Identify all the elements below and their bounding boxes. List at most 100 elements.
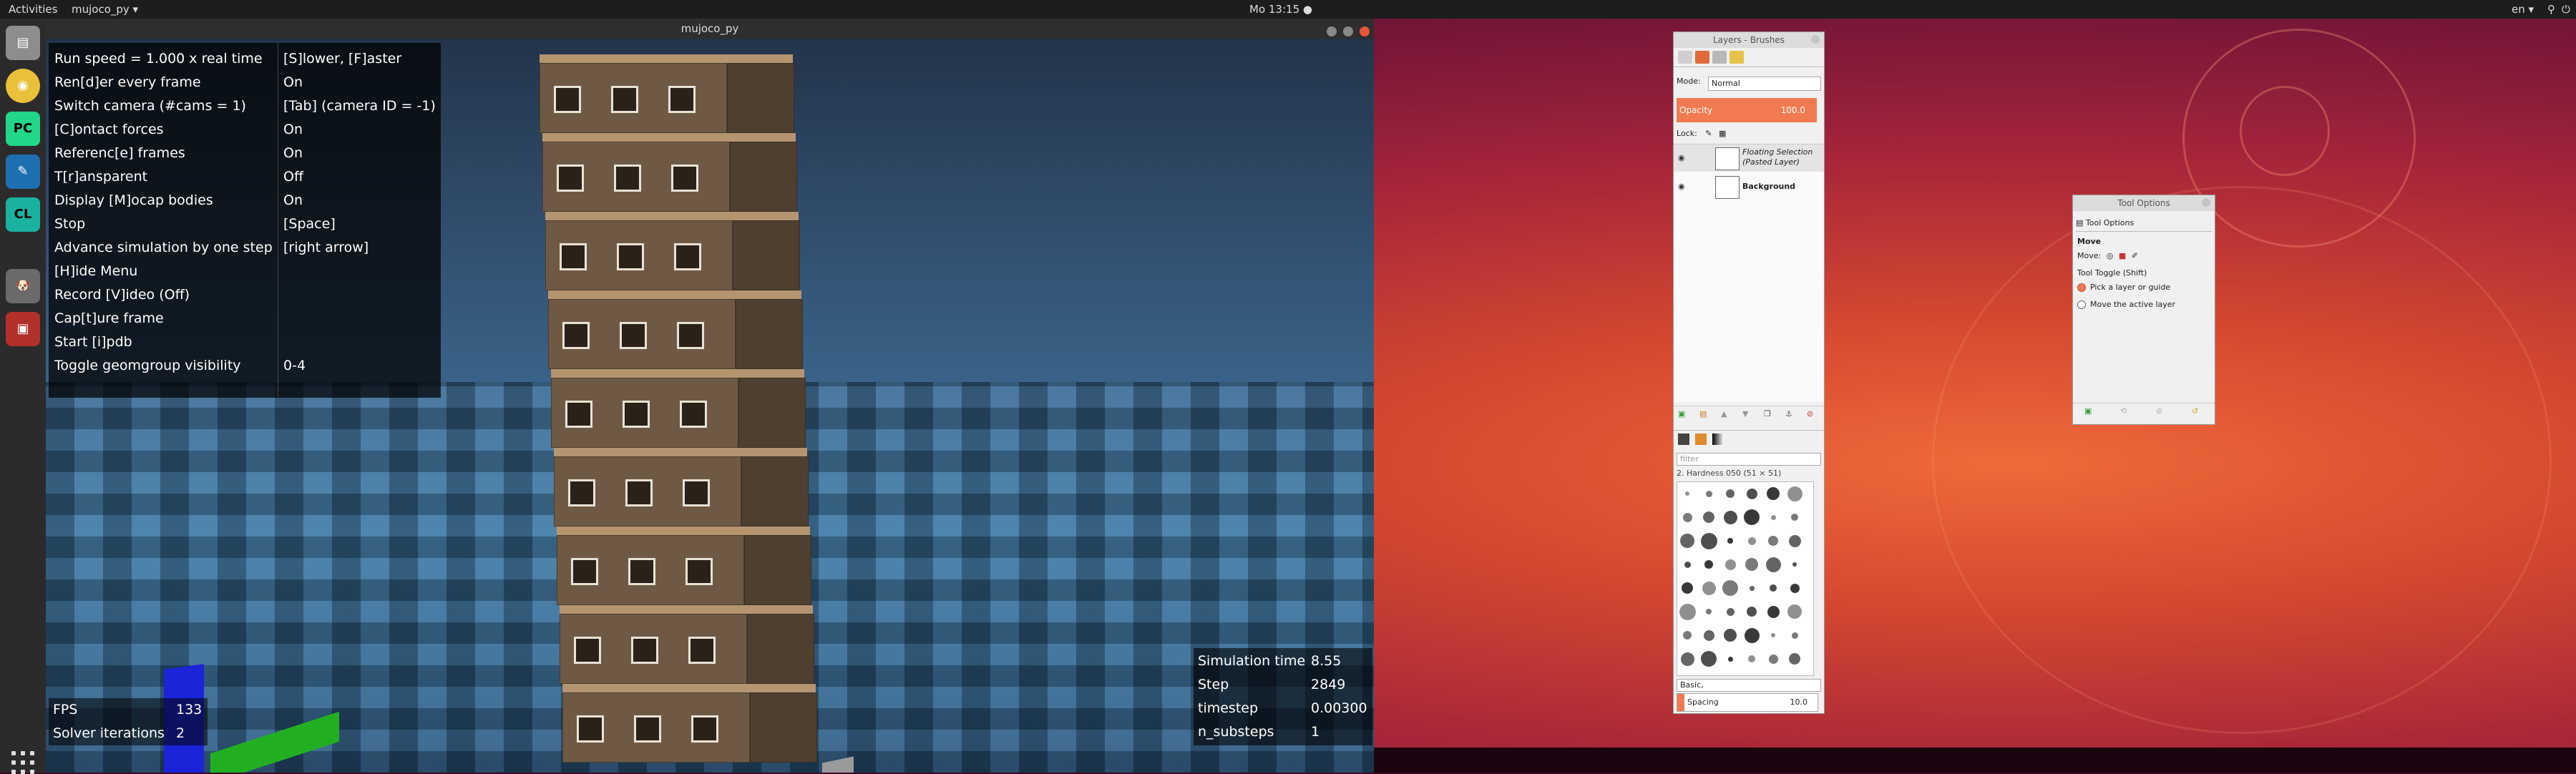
anchor-layer-icon[interactable]: ⚓ xyxy=(1785,409,1792,418)
brush-preset[interactable] xyxy=(1789,653,1800,665)
gimp-icon[interactable]: 🐶 xyxy=(6,269,40,303)
close-icon[interactable] xyxy=(1360,26,1370,36)
brush-preset[interactable] xyxy=(1679,603,1696,620)
lock-alpha-icon[interactable]: ▦ xyxy=(1719,129,1726,138)
brush-preset[interactable] xyxy=(1704,560,1713,569)
power-icon[interactable]: ⏻ xyxy=(2562,0,2570,19)
brush-preset[interactable] xyxy=(1768,654,1778,664)
radio-button[interactable] xyxy=(2077,283,2086,292)
save-options-icon[interactable]: ▣ xyxy=(2084,406,2092,416)
lock-pixels-icon[interactable]: ✎ xyxy=(1705,129,1712,138)
raise-layer-icon[interactable]: ▲ xyxy=(1721,409,1727,418)
brush-preset[interactable] xyxy=(1745,558,1758,571)
brush-preset[interactable] xyxy=(1749,585,1755,591)
move-selection-icon[interactable]: ■ xyxy=(2119,251,2126,260)
gradients-tab-icon[interactable] xyxy=(1712,433,1724,445)
spacing-slider[interactable]: Spacing 10.0 xyxy=(1677,693,1818,712)
activities-button[interactable]: Activities xyxy=(9,0,57,19)
mujoco-window-titlebar[interactable]: mujoco_py xyxy=(46,19,1374,39)
brush-preset[interactable] xyxy=(1765,557,1781,572)
brush-preset[interactable] xyxy=(1787,604,1802,619)
opacity-slider[interactable]: Opacity 100.0 xyxy=(1677,98,1817,122)
brush-preset[interactable] xyxy=(1727,538,1733,544)
brush-preset[interactable] xyxy=(1787,486,1802,501)
brush-preset[interactable] xyxy=(1722,580,1738,596)
brush-preset[interactable] xyxy=(1771,633,1775,637)
delete-layer-icon[interactable]: ⊘ xyxy=(1807,409,1813,418)
network-icon[interactable]: ⚲ xyxy=(2547,0,2555,19)
brush-preset[interactable] xyxy=(1723,510,1737,524)
lower-layer-icon[interactable]: ▼ xyxy=(1742,409,1748,418)
brush-preset[interactable] xyxy=(1791,632,1798,639)
brush-preset[interactable] xyxy=(1792,562,1797,567)
brush-preset[interactable] xyxy=(1790,583,1800,593)
pycharm-icon[interactable]: PC xyxy=(6,112,40,146)
brush-preset[interactable] xyxy=(1701,651,1717,667)
brush-preset[interactable] xyxy=(1770,584,1777,592)
panel-titlebar[interactable]: Layers - Brushes xyxy=(1674,32,1824,48)
brush-preset[interactable] xyxy=(1748,655,1755,662)
move-layer-icon[interactable]: ◎ xyxy=(2107,251,2114,260)
restore-options-icon[interactable]: ⟲ xyxy=(2120,406,2127,416)
new-layer-icon[interactable]: ▣ xyxy=(1678,409,1685,418)
brush-preset[interactable] xyxy=(1680,652,1694,666)
clion-icon[interactable]: CL xyxy=(6,197,40,232)
layer-item[interactable]: ◉ Floating Selection (Pasted Layer) xyxy=(1674,144,1824,172)
files-icon[interactable]: ▤ xyxy=(6,26,40,60)
brush-set-select[interactable]: Basic, xyxy=(1677,679,1821,692)
brush-preset[interactable] xyxy=(1767,487,1780,500)
brush-preset[interactable] xyxy=(1746,488,1757,499)
brush-filter-input[interactable]: filter xyxy=(1677,453,1821,466)
close-icon[interactable] xyxy=(2202,198,2210,207)
move-path-icon[interactable]: ✐ xyxy=(2132,251,2138,260)
brush-preset[interactable] xyxy=(1685,491,1689,496)
brush-preset[interactable] xyxy=(1682,582,1693,594)
screenshot-app-icon[interactable]: ▣ xyxy=(6,312,40,346)
paths-tab-icon[interactable] xyxy=(1712,51,1727,64)
brush-preset[interactable] xyxy=(1682,512,1692,522)
brush-preset[interactable] xyxy=(1767,605,1780,618)
clock[interactable]: Mo 13:15 ● xyxy=(1174,0,1388,19)
inkscape-icon[interactable]: ✎ xyxy=(6,155,40,189)
channels-tab-icon[interactable] xyxy=(1695,51,1709,64)
brush-preset[interactable] xyxy=(1726,607,1735,616)
eye-icon[interactable]: ◉ xyxy=(1678,153,1687,162)
radio-button[interactable] xyxy=(2077,300,2086,309)
tool-options-tab[interactable]: ▤ Tool Options xyxy=(2076,215,2212,232)
patterns-tab-icon[interactable] xyxy=(1695,433,1707,445)
brush-preset[interactable] xyxy=(1705,490,1712,497)
mode-select[interactable]: Normal xyxy=(1708,77,1821,91)
new-group-icon[interactable]: ▤ xyxy=(1699,409,1707,418)
brush-preset[interactable] xyxy=(1768,536,1778,546)
show-applications-icon[interactable] xyxy=(11,751,34,774)
minimize-icon[interactable] xyxy=(1327,26,1337,36)
app-menu[interactable]: mujoco_py ▾ xyxy=(72,0,138,19)
brush-preset[interactable] xyxy=(1680,534,1694,548)
layers-tab-icon[interactable] xyxy=(1678,51,1692,64)
eye-icon[interactable]: ◉ xyxy=(1678,182,1687,191)
pick-layer-option[interactable]: Pick a layer or guide xyxy=(2077,281,2170,294)
brush-preset[interactable] xyxy=(1744,627,1760,643)
language-selector[interactable]: en ▾ xyxy=(2512,0,2534,19)
brush-preset[interactable] xyxy=(1791,514,1798,521)
brush-preset[interactable] xyxy=(1683,631,1692,640)
panel-titlebar[interactable]: Tool Options xyxy=(2073,195,2215,211)
close-icon[interactable] xyxy=(1811,35,1820,44)
maximize-icon[interactable] xyxy=(1343,26,1354,36)
duplicate-layer-icon[interactable]: ❐ xyxy=(1764,409,1771,418)
brush-preset[interactable] xyxy=(1747,537,1756,545)
brush-preset[interactable] xyxy=(1747,607,1757,617)
brush-preset[interactable] xyxy=(1702,581,1716,595)
chrome-icon[interactable]: ◉ xyxy=(6,69,40,103)
brush-preset[interactable] xyxy=(1770,514,1776,520)
brush-preset[interactable] xyxy=(1727,656,1733,662)
brush-preset[interactable] xyxy=(1703,630,1714,641)
layer-item[interactable]: ◉ Background xyxy=(1674,173,1824,200)
delete-options-icon[interactable]: ⊘ xyxy=(2156,406,2162,416)
brush-preset[interactable] xyxy=(1700,532,1717,549)
brush-grid[interactable] xyxy=(1677,481,1814,676)
brush-preset[interactable] xyxy=(1744,509,1760,525)
brush-preset[interactable] xyxy=(1788,534,1801,547)
undo-tab-icon[interactable] xyxy=(1729,51,1744,64)
brush-preset[interactable] xyxy=(1684,561,1691,568)
